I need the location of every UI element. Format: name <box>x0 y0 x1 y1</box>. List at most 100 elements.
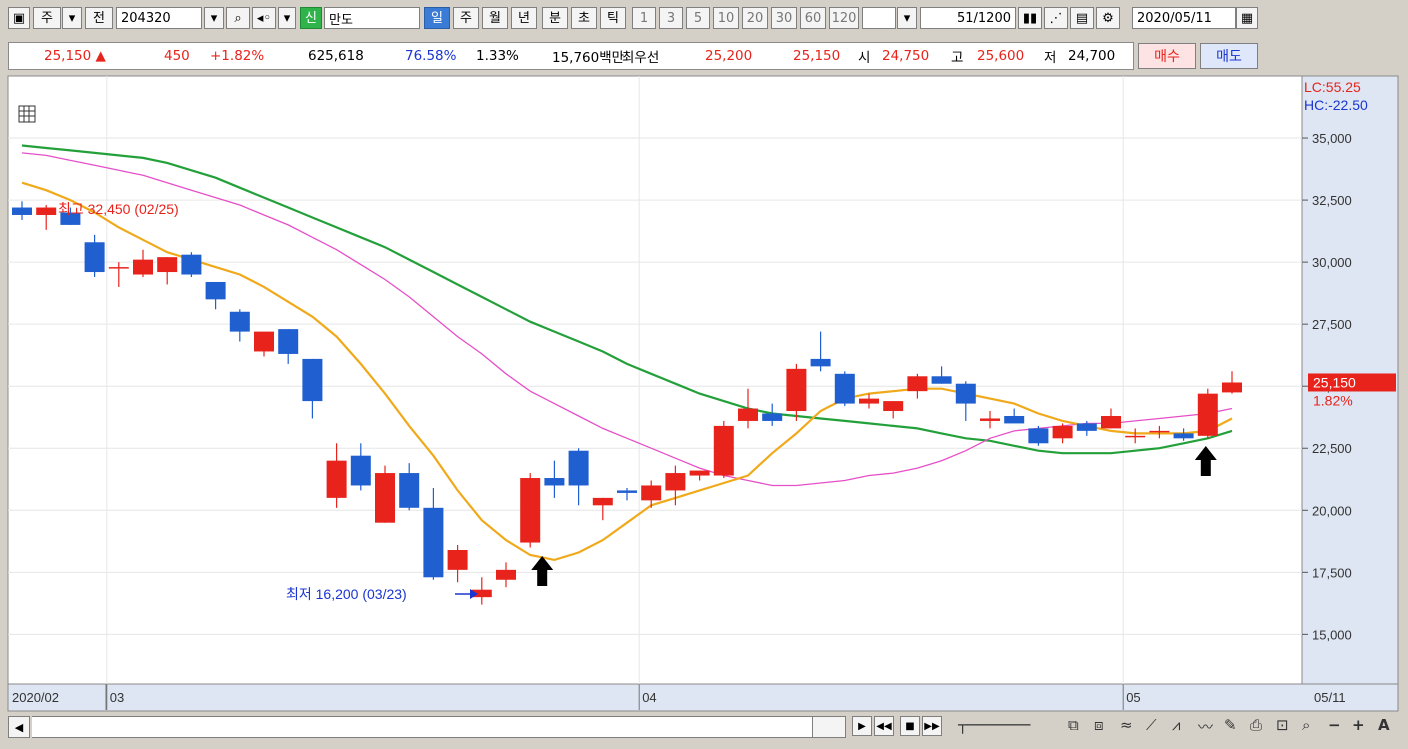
top-toolbar: ▣ 주 ▾ 전 204320 ▾ ⌕ ◂◦ ▾ 신 만도 일 주 월 년 분 초… <box>0 0 1408 38</box>
hc-label: HC:-22.50 <box>1304 97 1368 113</box>
chart-menu-icon[interactable]: ▣ <box>8 7 30 29</box>
candle-body <box>1222 382 1242 393</box>
candle-body <box>641 485 662 501</box>
interval-120[interactable]: 120 <box>829 7 859 29</box>
font-icon[interactable]: A <box>1378 716 1390 734</box>
chevron-down-icon[interactable]: ▾ <box>62 7 82 29</box>
speed-slider-icon[interactable]: ┬─────── <box>958 716 1030 734</box>
trend-line-icon[interactable]: ⟋ <box>1146 716 1157 734</box>
candle-body <box>496 569 516 580</box>
bottom-bar: ◀ ▶ ◀◀ ■ ▶▶ ┬─────── ⧉ ⧈ ≈ ⟋ ⩘ 〰 ✎ ⎙ ⊡ ⌕… <box>0 712 1408 749</box>
price-change: 450 <box>164 48 190 64</box>
price-chart[interactable]: 15,00017,50020,00022,50025,00027,50030,0… <box>0 74 1408 712</box>
candle-body <box>980 418 1000 421</box>
sell-button[interactable]: 매도 <box>1200 43 1258 69</box>
chevron-down-icon[interactable]: ▾ <box>897 7 917 29</box>
scroll-thumb[interactable] <box>812 716 846 738</box>
open-price: 24,750 <box>882 48 930 64</box>
low-price: 24,700 <box>1068 48 1116 64</box>
candle-body <box>665 473 686 491</box>
buy-button[interactable]: 매수 <box>1138 43 1196 69</box>
print-icon[interactable]: ⎙ <box>1250 716 1262 734</box>
candle-body <box>1197 393 1218 436</box>
chevron-down-icon[interactable]: ▾ <box>204 7 224 29</box>
play-icon[interactable]: ▶ <box>852 716 872 736</box>
interval-1[interactable]: 1 <box>632 7 656 29</box>
plus-icon[interactable]: + <box>1352 716 1365 734</box>
speaker-icon[interactable]: ◂◦ <box>252 7 276 29</box>
interval-input[interactable] <box>862 7 896 29</box>
current-price-label: 25,150 <box>1313 374 1356 390</box>
search-icon[interactable]: ⌕ <box>226 7 250 29</box>
candle-body <box>1125 435 1146 438</box>
type-select[interactable]: 주 <box>33 7 61 29</box>
chevron-down-icon[interactable]: ▾ <box>278 7 296 29</box>
period-minute[interactable]: 분 <box>542 7 568 29</box>
candle-body <box>520 478 541 543</box>
x-tick-label: 2020/02 <box>12 690 59 705</box>
window-icon[interactable]: ⧈ <box>1094 716 1104 734</box>
scroll-left-icon[interactable]: ◀ <box>8 716 30 738</box>
candle-body <box>326 460 347 498</box>
candle-body <box>302 358 323 402</box>
candle-type-icon[interactable]: ▮▮ <box>1018 7 1042 29</box>
interval-3[interactable]: 3 <box>659 7 683 29</box>
indicator-icon[interactable]: ⋰ <box>1044 7 1068 29</box>
chart-grid-icon[interactable] <box>18 105 36 123</box>
candle-body <box>36 207 57 215</box>
candle-body <box>1149 430 1170 433</box>
date-field[interactable]: 2020/05/11 <box>1132 7 1236 29</box>
candle-body <box>907 376 928 392</box>
candle-body <box>1101 415 1121 429</box>
period-year[interactable]: 년 <box>511 7 537 29</box>
price-change-pct: +1.82% <box>210 48 265 64</box>
minus-icon[interactable]: − <box>1328 716 1341 734</box>
candle-body <box>762 413 783 421</box>
period-day[interactable]: 일 <box>424 7 450 29</box>
forward-icon[interactable]: ▶▶ <box>922 716 942 736</box>
count-field[interactable]: 51/1200 <box>920 7 1016 29</box>
candle-body <box>350 455 371 486</box>
candle-body <box>1076 423 1097 431</box>
candle-body <box>375 473 395 523</box>
candle-body <box>1004 415 1025 424</box>
interval-60[interactable]: 60 <box>800 7 826 29</box>
zoom-icon[interactable]: ⌕ <box>1302 716 1310 734</box>
candle-body <box>1052 425 1073 439</box>
low-annotation: 최저 16,200 (03/23) <box>286 586 407 602</box>
save-icon[interactable]: ▤ <box>1070 7 1094 29</box>
interval-10[interactable]: 10 <box>713 7 739 29</box>
candle-body <box>12 207 32 215</box>
screenshot-icon[interactable]: ⊡ <box>1276 716 1289 734</box>
candle-body <box>544 478 565 486</box>
draw-icon[interactable]: ✎ <box>1224 716 1237 734</box>
interval-30[interactable]: 30 <box>771 7 797 29</box>
gear-icon[interactable]: ⚙ <box>1096 7 1120 29</box>
rewind-icon[interactable]: ◀◀ <box>874 716 894 736</box>
scroll-track[interactable] <box>32 716 812 738</box>
trade-amount: 15,760백만 <box>552 50 625 66</box>
interval-5[interactable]: 5 <box>686 7 710 29</box>
period-week[interactable]: 주 <box>453 7 479 29</box>
pattern-icon[interactable]: ≈ <box>1120 716 1133 734</box>
copy-icon[interactable]: ⧉ <box>1068 716 1079 734</box>
calendar-icon[interactable]: ▦ <box>1236 7 1258 29</box>
open-label: 시 <box>858 50 871 66</box>
prev-button[interactable]: 전 <box>85 7 113 29</box>
volume-ratio: 76.58% <box>405 48 457 64</box>
interval-20[interactable]: 20 <box>742 7 768 29</box>
candle-body <box>955 383 976 404</box>
y-tick-label: 15,000 <box>1312 627 1352 642</box>
candle-body <box>84 242 105 273</box>
stock-code-input[interactable]: 204320 <box>116 7 202 29</box>
period-second[interactable]: 초 <box>571 7 597 29</box>
stock-name-field: 만도 <box>324 7 420 29</box>
period-tick[interactable]: 틱 <box>600 7 626 29</box>
wave-icon[interactable]: 〰 <box>1198 716 1213 737</box>
best-ask: 25,200 <box>705 48 753 64</box>
stop-icon[interactable]: ■ <box>900 716 920 736</box>
high-label: 고 <box>951 50 964 66</box>
period-month[interactable]: 월 <box>482 7 508 29</box>
current-pct-label: 1.82% <box>1313 392 1353 408</box>
fan-line-icon[interactable]: ⩘ <box>1172 716 1180 734</box>
